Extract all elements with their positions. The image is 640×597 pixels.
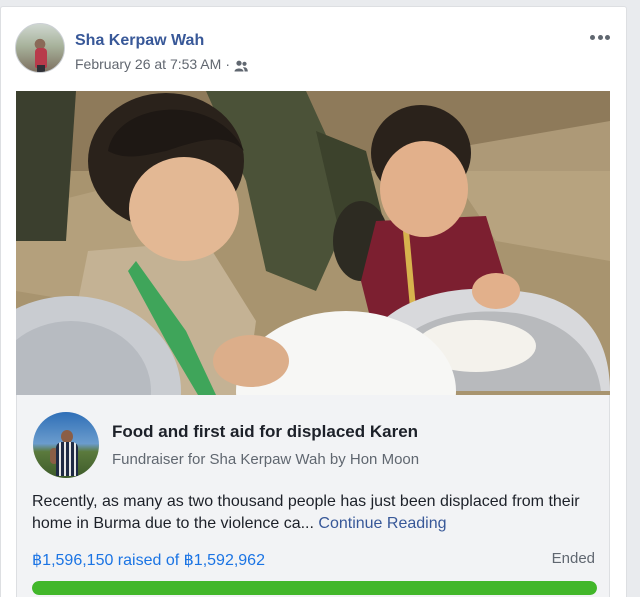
author-avatar[interactable] (15, 23, 65, 73)
friends-audience-icon[interactable] (234, 59, 248, 72)
more-dot (597, 34, 603, 40)
photo-illustration (16, 91, 610, 395)
avatar-figure-legs (37, 65, 45, 72)
fundraiser-title[interactable]: Food and first aid for displaced Karen (112, 422, 418, 442)
fundraiser-description: Recently, as many as two thousand people… (32, 491, 597, 535)
raised-amount: ฿1,596,150 raised of ฿1,592,962 (32, 552, 265, 569)
more-dot (605, 34, 610, 40)
meta-separator: · (225, 56, 230, 72)
post-header: Sha Kerpaw Wah February 26 at 7:53 AM · (15, 21, 612, 73)
fundraiser-progress-bar (32, 581, 597, 595)
continue-reading-link[interactable]: Continue Reading (318, 515, 446, 532)
fundraiser-thumbnail[interactable] (33, 412, 99, 478)
fundraiser-attachment[interactable]: Food and first aid for displaced Karen F… (16, 395, 610, 597)
post-timestamp[interactable]: February 26 at 7:53 AM (75, 56, 221, 72)
fundraiser-description-text: Recently, as many as two thousand people… (32, 493, 580, 532)
post-card: Sha Kerpaw Wah February 26 at 7:53 AM · (0, 6, 627, 597)
author-name-link[interactable]: Sha Kerpaw Wah (75, 32, 204, 50)
post-meta: February 26 at 7:53 AM · (75, 56, 248, 72)
fundraiser-subtitle: Fundraiser for Sha Kerpaw Wah by Hon Moo… (112, 451, 420, 468)
post-photo[interactable] (16, 91, 610, 395)
fundraiser-progress-fill (32, 581, 597, 595)
more-options-icon[interactable] (588, 29, 612, 45)
fundraiser-status: Ended (551, 550, 595, 567)
more-dot (590, 34, 595, 40)
thumbnail-person-body (56, 442, 78, 476)
